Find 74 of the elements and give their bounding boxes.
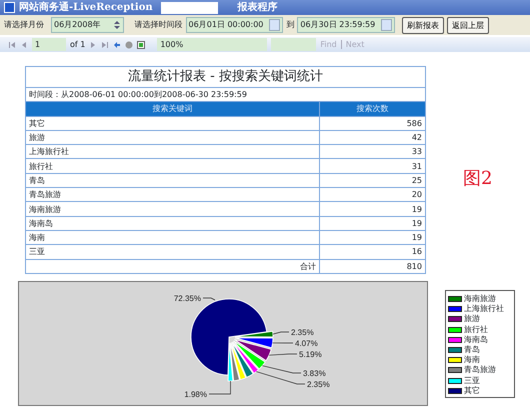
- report-title: 流量统计报表 - 按搜索关键词统计: [26, 66, 426, 88]
- field-label: 请选择月份: [4, 19, 44, 31]
- date-dropdown[interactable]: 06月01日 00:00:00: [186, 17, 284, 33]
- table-cell: 海南旅游: [26, 202, 320, 216]
- report-button[interactable]: 刷新报表: [402, 16, 444, 34]
- table-cell: 海南: [26, 230, 320, 245]
- legend-label: 上海旅行社: [464, 303, 504, 314]
- table-cell: 33: [320, 144, 426, 159]
- table-cell: 青岛: [26, 173, 320, 188]
- previous-page-icon[interactable]: [20, 40, 28, 48]
- table-cell: 海南岛: [26, 216, 320, 230]
- total-label: 合计: [26, 259, 320, 274]
- legend-label: 青岛: [464, 344, 480, 356]
- legend-label: 海南旅游: [464, 293, 496, 304]
- title-field: [160, 2, 218, 14]
- legend-label: 旅游: [464, 313, 480, 326]
- table-cell: 25: [320, 173, 426, 188]
- table-cell: 586: [320, 116, 426, 130]
- data-label: 5.19%: [299, 350, 322, 359]
- table-cell: 旅行社: [26, 158, 320, 174]
- figure-label: 图2: [463, 168, 492, 189]
- dropdown-icon: [381, 19, 392, 31]
- leader-line: [202, 298, 216, 300]
- leader-line: [272, 342, 294, 344]
- table-cell: 19: [320, 202, 426, 216]
- total-value: 810: [320, 259, 426, 274]
- column-header: 搜索次数: [320, 102, 426, 116]
- data-label: 2.35%: [307, 380, 330, 389]
- refresh-icon[interactable]: [137, 40, 146, 48]
- leader-line: [208, 380, 231, 394]
- data-label: 72.35%: [174, 294, 201, 303]
- legend-label: 海南岛: [464, 334, 488, 346]
- app-logo-icon: [4, 2, 15, 13]
- stop-icon[interactable]: [125, 40, 134, 48]
- spinner-icon[interactable]: [112, 21, 121, 29]
- report-button[interactable]: 返回上层: [447, 16, 490, 34]
- page-count: of 1: [70, 38, 86, 50]
- table-cell: 20: [320, 188, 426, 202]
- table-cell: 19: [320, 230, 426, 245]
- date-dropdown[interactable]: 06月30日 23:59:59: [297, 17, 396, 33]
- table-cell: 16: [320, 244, 426, 260]
- field-label: 到: [286, 19, 294, 31]
- back-arrow-icon[interactable]: [113, 40, 122, 48]
- data-label: 3.83%: [303, 369, 326, 378]
- field-label: 请选择时间段: [134, 19, 183, 31]
- last-page-icon[interactable]: [101, 40, 110, 48]
- table-cell: 42: [320, 130, 426, 145]
- dropdown-icon: [269, 19, 280, 31]
- table-cell: 旅游: [26, 130, 320, 145]
- next-page-icon[interactable]: [89, 40, 98, 48]
- data-label: 1.98%: [184, 390, 207, 399]
- legend-label: 青岛旅游: [464, 364, 496, 376]
- find-field[interactable]: [271, 38, 316, 51]
- table-cell: 青岛旅游: [26, 188, 320, 202]
- leader-line: [272, 332, 290, 334]
- table-cell: 31: [320, 158, 426, 174]
- window-subtitle: 报表程序: [238, 0, 278, 15]
- legend-label: 海南: [464, 354, 480, 366]
- leader-line: [268, 354, 298, 356]
- column-header: 搜索关键词: [26, 102, 320, 116]
- table-cell: 上海旅行社: [26, 144, 320, 159]
- data-label: 2.35%: [291, 328, 314, 337]
- window-title: 网站商务通-LiveReception: [19, 0, 153, 15]
- page-field[interactable]: 1: [32, 38, 66, 51]
- table-cell: 19: [320, 216, 426, 230]
- table-cell: 三亚: [26, 244, 320, 260]
- first-page-icon[interactable]: [8, 40, 16, 48]
- month-field[interactable]: 06月2008年: [51, 17, 124, 33]
- table-cell: 其它: [26, 116, 320, 130]
- zoom-dropdown[interactable]: 100%: [157, 38, 268, 51]
- data-label: 4.07%: [295, 339, 318, 348]
- legend-label: 其它: [464, 384, 480, 397]
- legend-label: 旅行社: [464, 324, 488, 336]
- legend-label: 三亚: [464, 374, 480, 386]
